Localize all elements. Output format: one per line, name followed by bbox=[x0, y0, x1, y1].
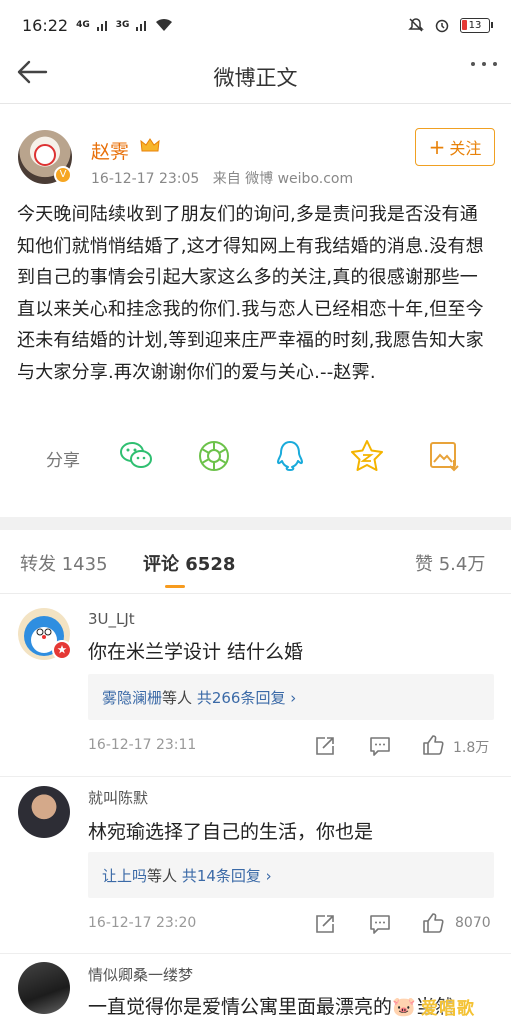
more-options-icon[interactable] bbox=[471, 62, 497, 66]
wifi-icon bbox=[156, 18, 173, 31]
reply-count[interactable]: 共266条回复 › bbox=[197, 687, 296, 708]
post-timestamp: 16-12-17 23:05 bbox=[91, 171, 200, 187]
user-badge-icon bbox=[52, 640, 72, 660]
network-3g-label: 3G bbox=[115, 20, 130, 30]
comment-text: 林宛瑜选择了自己的生活，你也是 bbox=[88, 821, 374, 843]
network-4g-label: 4G bbox=[76, 20, 90, 30]
battery-level: 13 bbox=[468, 19, 482, 31]
weibo-post: V 赵霁 16-12-17 23:05 来自 微博 weibo.com + 关注… bbox=[0, 104, 511, 518]
mute-bell-icon bbox=[408, 18, 424, 32]
comment-time: 16-12-17 23:20 bbox=[88, 915, 197, 931]
author-name[interactable]: 赵霁 bbox=[91, 137, 129, 164]
post-source: 来自 微博 weibo.com bbox=[212, 171, 354, 187]
commenter-avatar[interactable] bbox=[18, 786, 70, 838]
like-count: 8070 bbox=[455, 915, 491, 931]
watermark: 爱唱歌 bbox=[421, 999, 475, 1019]
qzone-icon[interactable] bbox=[349, 438, 385, 474]
comment-divider bbox=[0, 953, 511, 954]
like-icon[interactable] bbox=[421, 733, 445, 757]
reply-user[interactable]: 雾隐澜栅 bbox=[102, 687, 162, 708]
post-tabs: 转发 1435 评论 6528 赞 5.4万 bbox=[0, 530, 511, 594]
reply-count[interactable]: 共14条回复 › bbox=[182, 865, 272, 886]
qq-icon[interactable] bbox=[272, 438, 308, 474]
plus-icon: + bbox=[428, 135, 446, 159]
reply-summary[interactable]: 雾隐澜栅 等人 共266条回复 › bbox=[88, 674, 494, 720]
tab-comment[interactable]: 评论 6528 bbox=[143, 550, 235, 576]
reply-summary[interactable]: 让上吗 等人 共14条回复 › bbox=[88, 852, 494, 898]
nav-bar: 微博正文 bbox=[0, 50, 511, 104]
status-time: 16:22 bbox=[22, 15, 69, 35]
tab-like[interactable]: 赞 5.4万 bbox=[415, 550, 485, 576]
battery-indicator: 13 bbox=[460, 17, 493, 33]
comment-icon[interactable] bbox=[368, 734, 392, 758]
post-body: 今天晚间陆续收到了朋友们的询问,多是责问我是否没有通知他们就悄悄结婚了,这才得知… bbox=[17, 204, 484, 383]
tab-repost[interactable]: 转发 1435 bbox=[20, 550, 108, 576]
commenter-name[interactable]: 情似卿桑一缕梦 bbox=[88, 964, 193, 985]
commenter-name[interactable]: 3U_LJt bbox=[88, 610, 135, 628]
section-divider bbox=[0, 517, 511, 530]
reply-etc: 等人 bbox=[162, 688, 193, 707]
commenter-avatar[interactable] bbox=[18, 962, 70, 1014]
save-image-icon[interactable] bbox=[426, 438, 462, 474]
wechat-icon[interactable] bbox=[118, 438, 154, 474]
commenter-name[interactable]: 就叫陈默 bbox=[88, 787, 148, 808]
page-title: 微博正文 bbox=[213, 65, 298, 90]
follow-label: 关注 bbox=[449, 139, 482, 158]
like-icon[interactable] bbox=[421, 911, 445, 935]
share-label: 分享 bbox=[46, 451, 80, 471]
repost-icon[interactable] bbox=[313, 734, 337, 758]
back-arrow-icon[interactable] bbox=[14, 54, 50, 90]
share-row: 分享 bbox=[0, 434, 511, 482]
comment-icon[interactable] bbox=[368, 912, 392, 936]
post-meta: 16-12-17 23:05 来自 微博 weibo.com bbox=[91, 168, 353, 188]
follow-button[interactable]: + 关注 bbox=[415, 128, 495, 166]
reply-etc: 等人 bbox=[147, 866, 178, 885]
reply-user[interactable]: 让上吗 bbox=[102, 865, 147, 886]
signal-icon bbox=[136, 21, 147, 31]
network-indicators: 4G 3G bbox=[76, 18, 173, 32]
verified-badge-icon: V bbox=[54, 166, 72, 184]
comment-text: 一直觉得你是爱情公寓里面最漂亮的🐷当然 bbox=[88, 996, 454, 1018]
comment-time: 16-12-17 23:11 bbox=[88, 737, 197, 753]
vip-crown-icon bbox=[140, 138, 160, 152]
repost-icon[interactable] bbox=[313, 912, 337, 936]
alarm-icon bbox=[435, 19, 449, 33]
comment-divider bbox=[0, 776, 511, 777]
signal-icon bbox=[96, 21, 107, 31]
like-count: 1.8万 bbox=[453, 740, 490, 756]
status-bar: 16:22 4G 3G 13 bbox=[0, 0, 511, 50]
active-tab-indicator bbox=[165, 585, 185, 588]
comment-text: 你在米兰学设计 结什么婚 bbox=[88, 641, 304, 663]
moments-icon[interactable] bbox=[196, 438, 232, 474]
